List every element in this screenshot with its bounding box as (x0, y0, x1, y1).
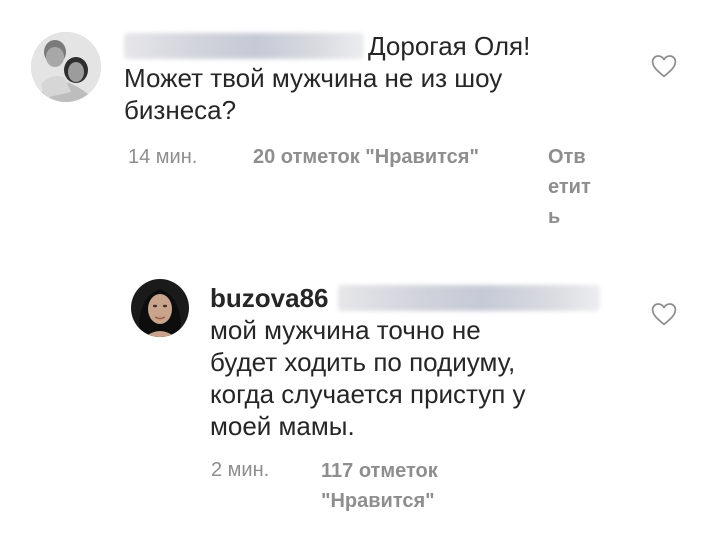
comment-text-line2: будет ходить по подиуму, (210, 347, 516, 377)
comment-time: 2 мин. (211, 459, 270, 481)
comment-item: buzova86 мой мужчина точно не будет ходи… (0, 255, 720, 552)
likes-count-line2: "Нравится" (321, 490, 435, 512)
comment-text-line3: бизнеса? (124, 95, 237, 125)
heart-outline-icon[interactable] (651, 54, 677, 78)
blurred-mention[interactable] (337, 285, 600, 311)
comment-time: 14 мин. (128, 146, 198, 168)
avatar[interactable] (131, 279, 189, 337)
comment-line: buzova86 (210, 282, 650, 314)
comment-text: buzova86 мой мужчина точно не будет ходи… (210, 282, 650, 442)
comment-text-line4: моей мамы. (210, 411, 355, 441)
couple-photo-avatar (31, 32, 101, 102)
likes-count-link[interactable]: 117 отметок "Нравится" (321, 456, 438, 516)
comment-text-line2: Может твой мужчина не из шоу (124, 63, 503, 93)
heart-outline-icon[interactable] (651, 302, 677, 326)
likes-count-link[interactable]: 20 отметок "Нравится" (253, 143, 479, 171)
comment-username[interactable]: buzova86 (210, 283, 329, 313)
comment-text: Дорогая Оля! Может твой мужчина не из шо… (124, 30, 594, 126)
woman-portrait-avatar (131, 279, 189, 337)
avatar[interactable] (31, 32, 101, 102)
comment-text-line1: Дорогая Оля! (368, 31, 531, 61)
comment-item: Дорогая Оля! Может твой мужчина не из шо… (0, 0, 720, 240)
reply-button[interactable]: Ответить (548, 142, 594, 232)
likes-count-line1: 117 отметок (321, 460, 438, 482)
comment-text-line3: когда случается приступ у (210, 379, 526, 409)
comment-line: Дорогая Оля! (124, 30, 594, 62)
comment-text-line1: мой мужчина точно не (210, 315, 481, 345)
blurred-mention[interactable] (124, 33, 364, 59)
